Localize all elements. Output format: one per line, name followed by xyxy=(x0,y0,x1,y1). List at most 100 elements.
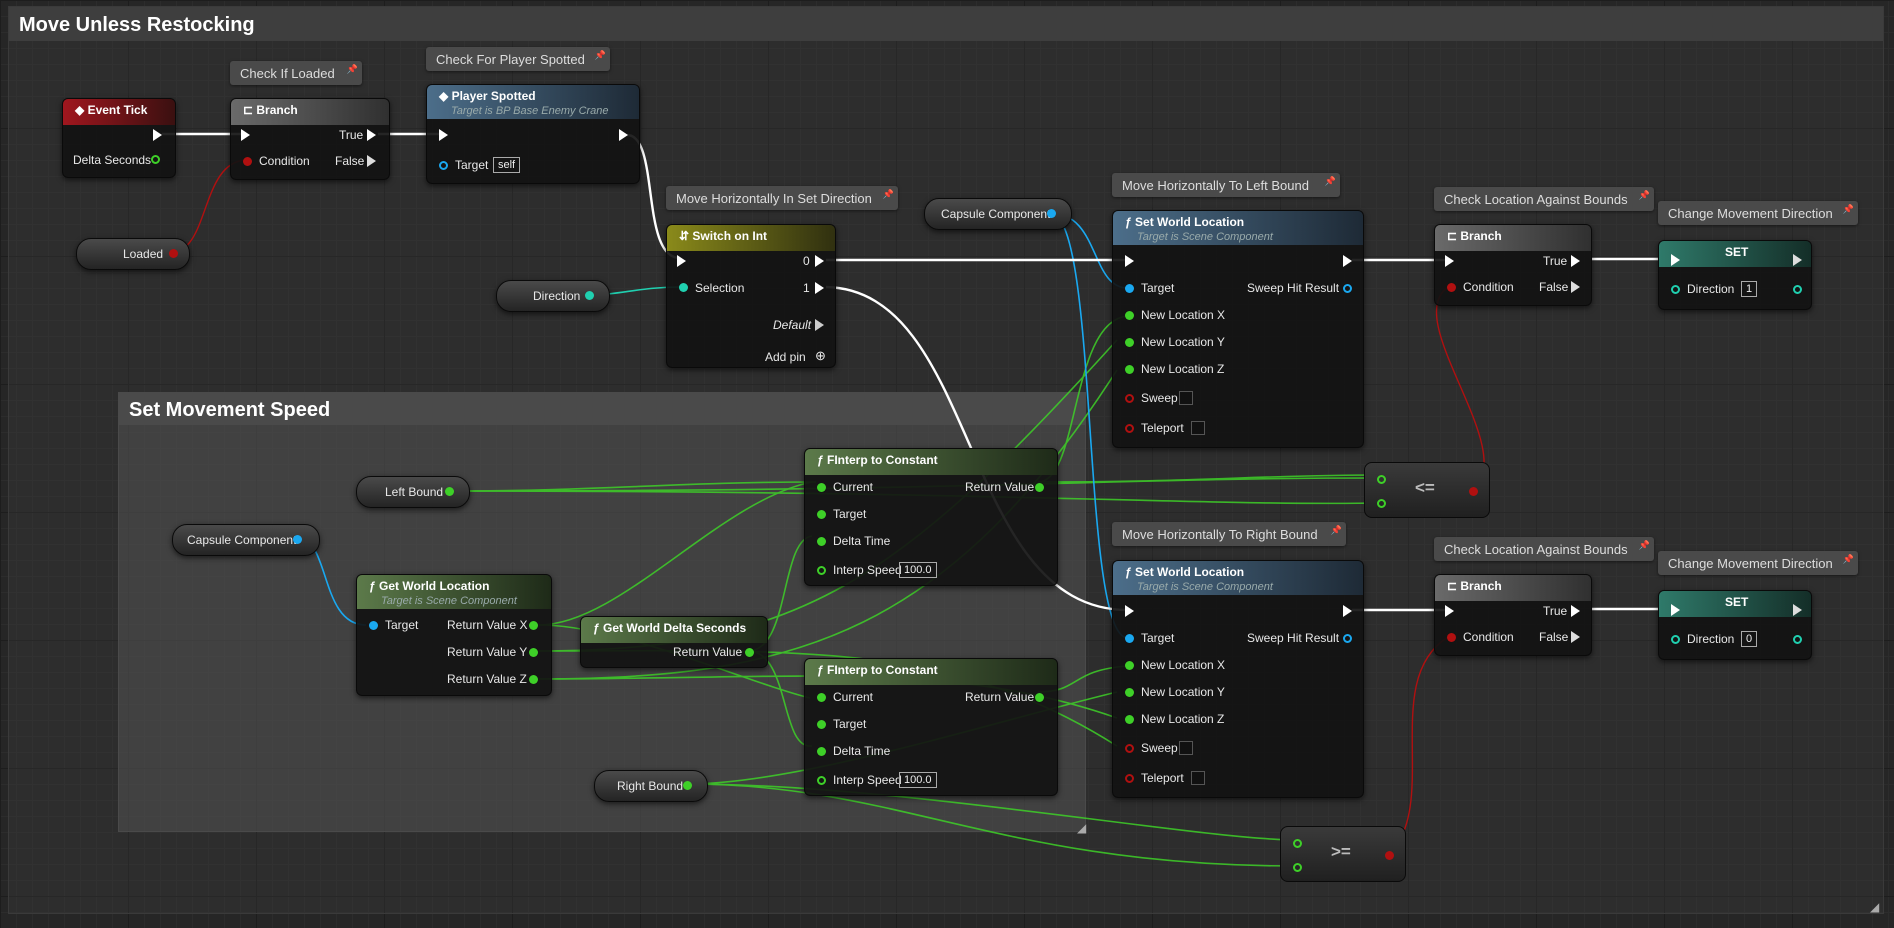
teleport-pin[interactable] xyxy=(1125,774,1134,783)
interp-speed-box[interactable]: 100.0 xyxy=(899,772,937,788)
exec-in-pin[interactable] xyxy=(677,255,686,267)
interp-speed-pin[interactable] xyxy=(817,776,826,785)
var-left-bound[interactable]: Left Bound xyxy=(356,476,470,508)
pin-icon[interactable]: 📌 xyxy=(1325,176,1336,187)
current-pin[interactable] xyxy=(817,693,826,702)
left-bound-pin[interactable] xyxy=(445,487,454,496)
exec-in-pin[interactable] xyxy=(1125,605,1134,617)
delta-seconds-header[interactable]: ƒ Get World Delta Seconds xyxy=(581,617,767,643)
comment-move-set-direction[interactable]: Move Horizontally In Set Direction 📌 xyxy=(666,186,898,210)
direction-in-pin[interactable] xyxy=(1671,635,1680,644)
player-spotted-header[interactable]: ◆ Player Spotted Target is BP Base Enemy … xyxy=(427,85,639,119)
exec-false-pin[interactable] xyxy=(1571,631,1580,643)
node-greater-equal[interactable]: >= xyxy=(1280,826,1406,882)
location-z-pin[interactable] xyxy=(1125,365,1134,374)
pin-icon[interactable]: 📌 xyxy=(1331,525,1342,536)
sweep-pin[interactable] xyxy=(1125,394,1134,403)
interp-speed-box[interactable]: 100.0 xyxy=(899,562,937,578)
node-less-equal[interactable]: <= xyxy=(1364,462,1490,518)
node-event-tick[interactable]: ◆ Event Tick Delta Seconds xyxy=(62,98,176,178)
pin-icon[interactable]: 📌 xyxy=(883,189,894,200)
location-x-pin[interactable] xyxy=(1125,661,1134,670)
right-bound-pin[interactable] xyxy=(683,781,692,790)
location-y-pin[interactable] xyxy=(1125,688,1134,697)
comment-check-if-loaded[interactable]: Check If Loaded 📌 xyxy=(230,61,362,85)
ge-result-pin[interactable] xyxy=(1385,851,1394,860)
node-player-spotted[interactable]: ◆ Player Spotted Target is BP Base Enemy … xyxy=(426,84,640,184)
get-world-location-header[interactable]: ƒ Get World Location Target is Scene Comp… xyxy=(357,575,551,609)
var-capsule-component-top[interactable]: Capsule Component xyxy=(924,198,1072,230)
exec-true-pin[interactable] xyxy=(1571,255,1580,267)
node-set-direction-bottom[interactable]: SET Direction 0 xyxy=(1658,590,1812,660)
target-pin[interactable] xyxy=(1125,634,1134,643)
exec-true-pin[interactable] xyxy=(367,129,376,141)
sweep-hit-pin[interactable] xyxy=(1343,634,1352,643)
sweep-checkbox[interactable] xyxy=(1179,391,1193,405)
teleport-pin[interactable] xyxy=(1125,424,1134,433)
condition-pin[interactable] xyxy=(243,157,252,166)
comment-check-bounds-top[interactable]: Check Location Against Bounds 📌 xyxy=(1434,187,1654,211)
teleport-checkbox[interactable] xyxy=(1191,421,1205,435)
direction-out-pin[interactable] xyxy=(1793,635,1802,644)
return-pin[interactable] xyxy=(1035,483,1044,492)
exec-in-pin[interactable] xyxy=(1671,604,1680,616)
var-capsule-component-bottom[interactable]: Capsule Component xyxy=(172,524,320,556)
return-z-pin[interactable] xyxy=(529,675,538,684)
target-pin[interactable] xyxy=(817,720,826,729)
return-x-pin[interactable] xyxy=(529,621,538,630)
add-pin-icon[interactable]: ⊕ xyxy=(815,348,826,364)
exec-in-pin[interactable] xyxy=(439,129,448,141)
target-self-box[interactable]: self xyxy=(493,157,521,173)
delta-seconds-pin[interactable] xyxy=(151,155,160,164)
delta-time-pin[interactable] xyxy=(817,747,826,756)
exec-in-pin[interactable] xyxy=(241,129,250,141)
return-y-pin[interactable] xyxy=(529,648,538,657)
node-finterp-bottom[interactable]: ƒ FInterp to Constant Current Return Val… xyxy=(804,658,1058,796)
teleport-checkbox[interactable] xyxy=(1191,771,1205,785)
pin-icon[interactable]: 📌 xyxy=(1639,540,1650,551)
group-title-bar[interactable]: Set Movement Speed xyxy=(119,393,1085,425)
exec-in-pin[interactable] xyxy=(1125,255,1134,267)
comment-change-direction-top[interactable]: Change Movement Direction 📌 xyxy=(1658,201,1858,225)
capsule-pin[interactable] xyxy=(1047,209,1056,218)
condition-pin[interactable] xyxy=(1447,633,1456,642)
exec-1-pin[interactable] xyxy=(815,282,824,294)
pin-icon[interactable]: 📌 xyxy=(1639,190,1650,201)
exec-in-pin[interactable] xyxy=(1671,254,1680,266)
node-set-world-location-right[interactable]: ƒ Set World Location Target is Scene Comp… xyxy=(1112,560,1364,798)
exec-default-pin[interactable] xyxy=(815,319,824,331)
direction-pin[interactable] xyxy=(585,291,594,300)
direction-in-pin[interactable] xyxy=(1671,285,1680,294)
set-header[interactable]: SET xyxy=(1659,591,1811,617)
le-a-pin[interactable] xyxy=(1377,475,1386,484)
comment-move-left[interactable]: Move Horizontally To Left Bound 📌 xyxy=(1112,173,1340,197)
exec-false-pin[interactable] xyxy=(1571,281,1580,293)
return-pin[interactable] xyxy=(1035,693,1044,702)
le-result-pin[interactable] xyxy=(1469,487,1478,496)
location-z-pin[interactable] xyxy=(1125,715,1134,724)
pin-icon[interactable]: 📌 xyxy=(347,64,358,75)
interp-speed-pin[interactable] xyxy=(817,566,826,575)
pin-icon[interactable]: 📌 xyxy=(1843,204,1854,215)
condition-pin[interactable] xyxy=(1447,283,1456,292)
var-direction[interactable]: Direction xyxy=(496,280,610,312)
exec-out-pin[interactable] xyxy=(1343,255,1352,267)
exec-out-pin[interactable] xyxy=(1343,605,1352,617)
exec-0-pin[interactable] xyxy=(815,255,824,267)
node-set-world-location-left[interactable]: ƒ Set World Location Target is Scene Comp… xyxy=(1112,210,1364,448)
location-x-pin[interactable] xyxy=(1125,311,1134,320)
comment-change-direction-bottom[interactable]: Change Movement Direction 📌 xyxy=(1658,551,1858,575)
node-get-world-delta-seconds[interactable]: ƒ Get World Delta Seconds Return Value xyxy=(580,616,768,668)
location-y-pin[interactable] xyxy=(1125,338,1134,347)
sweep-checkbox[interactable] xyxy=(1179,741,1193,755)
pin-icon[interactable]: 📌 xyxy=(595,50,606,61)
current-pin[interactable] xyxy=(817,483,826,492)
exec-true-pin[interactable] xyxy=(1571,605,1580,617)
set-world-location-header[interactable]: ƒ Set World Location Target is Scene Comp… xyxy=(1113,211,1363,245)
node-get-world-location[interactable]: ƒ Get World Location Target is Scene Comp… xyxy=(356,574,552,696)
branch-header[interactable]: ⊏ Branch xyxy=(231,99,389,125)
exec-out-pin[interactable] xyxy=(619,129,628,141)
frame-title-bar[interactable]: Move Unless Restocking xyxy=(9,7,1883,41)
resize-handle-icon[interactable]: ◢ xyxy=(1077,821,1089,835)
target-pin[interactable] xyxy=(817,510,826,519)
